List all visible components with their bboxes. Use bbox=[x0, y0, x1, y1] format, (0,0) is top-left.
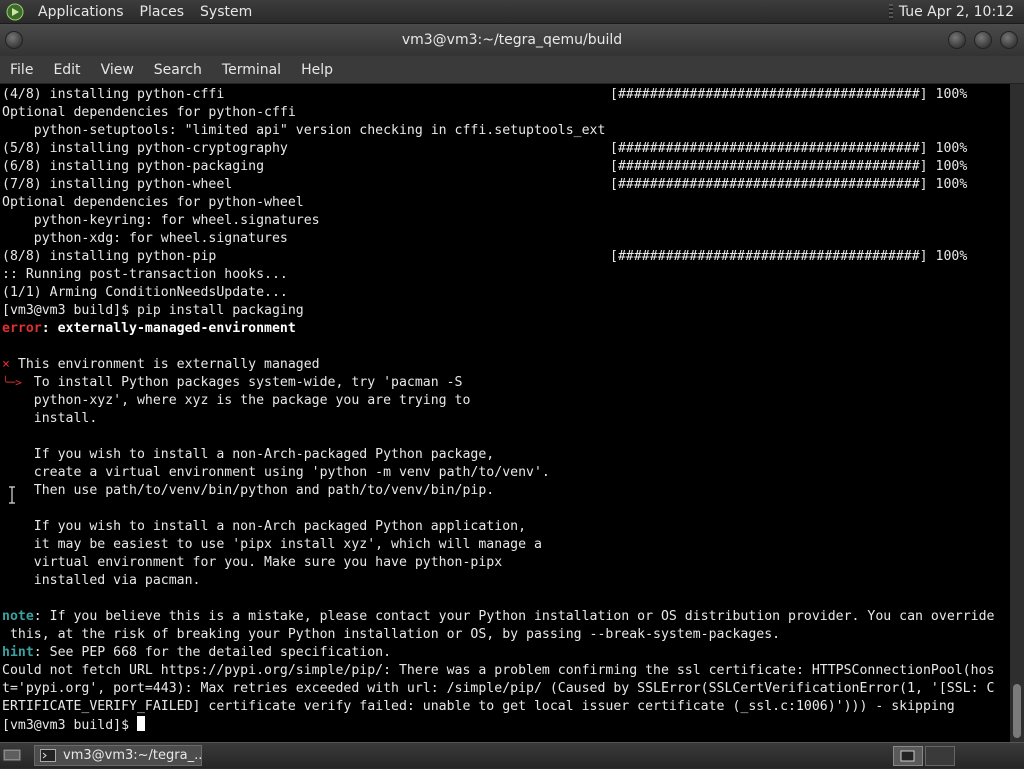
panel-separator bbox=[888, 3, 893, 20]
workspace-1[interactable] bbox=[893, 746, 923, 766]
text-cursor bbox=[136, 716, 145, 731]
applications-menu[interactable]: Applications bbox=[30, 0, 132, 24]
error-prefix: error bbox=[2, 321, 42, 336]
note-line: note: If you believe this is a mistake, … bbox=[2, 608, 994, 626]
menu-search[interactable]: Search bbox=[144, 56, 212, 84]
maximize-button[interactable] bbox=[974, 31, 992, 49]
terminal-line: Then use path/to/venv/bin/python and pat… bbox=[2, 483, 495, 498]
terminal-line: :: Running post-transaction hooks... bbox=[2, 267, 288, 282]
progress-bar-text: [######################################]… bbox=[610, 87, 968, 102]
distro-logo-icon[interactable] bbox=[6, 3, 24, 21]
menu-help[interactable]: Help bbox=[291, 56, 343, 84]
minimize-button[interactable] bbox=[948, 31, 966, 49]
terminal-line: install. bbox=[2, 411, 98, 426]
bottom-panel: vm3@vm3:~/tegra_... bbox=[0, 742, 1024, 768]
terminal-line: [vm3@vm3 build]$ pip install packaging bbox=[2, 303, 304, 318]
hint-prefix: hint bbox=[2, 645, 34, 660]
places-menu[interactable]: Places bbox=[132, 0, 193, 24]
terminal-line: create a virtual environment using 'pyth… bbox=[2, 465, 550, 480]
terminal-line: it may be easiest to use 'pipx install x… bbox=[2, 537, 542, 552]
terminal-line: (7/8) installing python-wheel bbox=[2, 177, 233, 192]
terminal-output[interactable]: (4/8) installing python-cffi [##########… bbox=[0, 84, 1010, 742]
terminal-line: (4/8) installing python-cffi bbox=[2, 87, 225, 102]
close-button[interactable] bbox=[1000, 31, 1018, 49]
terminal-line: If you wish to install a non-Arch packag… bbox=[2, 519, 527, 534]
terminal-line: t='pypi.org', port=443): Max retries exc… bbox=[2, 681, 995, 696]
shell-prompt: [vm3@vm3 build]$ bbox=[2, 718, 137, 733]
progress-bar-text: [######################################]… bbox=[610, 177, 968, 192]
note-message: : If you believe this is a mistake, plea… bbox=[33, 609, 995, 624]
workspace-window-icon bbox=[900, 750, 915, 762]
top-panel: Applications Places System Tue Apr 2, 10… bbox=[0, 0, 1024, 24]
taskbar-terminal-label: vm3@vm3:~/tegra_... bbox=[63, 748, 202, 763]
scrollbar-thumb[interactable] bbox=[1013, 684, 1021, 738]
window-titlebar[interactable]: vm3@vm3:~/tegra_qemu/build bbox=[0, 24, 1024, 56]
terminal-line: If you wish to install a non-Arch-packag… bbox=[2, 447, 495, 462]
terminal-line: Could not fetch URL https://pypi.org/sim… bbox=[2, 663, 995, 678]
terminal-line: (5/8) installing python-cryptography bbox=[2, 141, 288, 156]
terminal-scrollbar[interactable] bbox=[1010, 84, 1024, 742]
note-prefix: note bbox=[2, 609, 34, 624]
terminal-icon bbox=[40, 749, 56, 762]
menu-view[interactable]: View bbox=[91, 56, 144, 84]
terminal-line: × This environment is externally managed bbox=[2, 357, 320, 372]
terminal-line: python-setuptools: "limited api" version… bbox=[2, 123, 606, 138]
prompt-line[interactable]: [vm3@vm3 build]$ bbox=[2, 716, 145, 734]
terminal-line: (1/1) Arming ConditionNeedsUpdate... bbox=[2, 285, 288, 300]
terminal-line: (8/8) installing python-pip bbox=[2, 249, 217, 264]
workspace-2[interactable] bbox=[925, 746, 955, 766]
terminal-line: ERTIFICATE_VERIFY_FAILED] certificate ve… bbox=[2, 699, 955, 714]
hint-line: hint: See PEP 668 for the detailed speci… bbox=[2, 644, 391, 662]
window-title: vm3@vm3:~/tegra_qemu/build bbox=[401, 32, 623, 48]
terminal-line: Optional dependencies for python-wheel bbox=[2, 195, 304, 210]
terminal-line: python-xyz', where xyz is the package yo… bbox=[2, 393, 471, 408]
hint-message: : See PEP 668 for the detailed specifica… bbox=[33, 645, 392, 660]
menubar: File Edit View Search Terminal Help bbox=[0, 56, 1024, 84]
progress-bar-text: [######################################]… bbox=[610, 141, 968, 156]
terminal-line: virtual environment for you. Make sure y… bbox=[2, 555, 503, 570]
terminal-line: installed via pacman. bbox=[2, 573, 201, 588]
arrow-mark: ╰─> bbox=[2, 376, 22, 389]
error-message: : externally-managed-environment bbox=[41, 321, 296, 336]
terminal-line: To install Python packages system-wide, … bbox=[2, 375, 463, 390]
ibeam-cursor-icon bbox=[9, 486, 15, 504]
menu-edit[interactable]: Edit bbox=[43, 56, 90, 84]
terminal-line: this, at the risk of breaking your Pytho… bbox=[2, 627, 781, 642]
terminal-line: python-xdg: for wheel.signatures bbox=[2, 231, 288, 246]
window-menu-icon[interactable] bbox=[5, 31, 23, 49]
terminal-line: python-keyring: for wheel.signatures bbox=[2, 213, 320, 228]
menu-terminal[interactable]: Terminal bbox=[212, 56, 291, 84]
error-line: error: externally-managed-environment bbox=[2, 320, 296, 338]
cross-mark: × bbox=[2, 357, 10, 372]
menu-file[interactable]: File bbox=[0, 56, 43, 84]
clock[interactable]: Tue Apr 2, 10:12 bbox=[899, 4, 1024, 20]
show-desktop-icon[interactable] bbox=[2, 747, 22, 763]
progress-bar-text: [######################################]… bbox=[610, 159, 968, 174]
terminal-line: Optional dependencies for python-cffi bbox=[2, 105, 296, 120]
progress-bar-text: [######################################]… bbox=[610, 249, 968, 264]
terminal-line: (6/8) installing python-packaging bbox=[2, 159, 265, 174]
system-menu[interactable]: System bbox=[192, 0, 260, 24]
taskbar-terminal-button[interactable]: vm3@vm3:~/tegra_... bbox=[34, 745, 202, 766]
